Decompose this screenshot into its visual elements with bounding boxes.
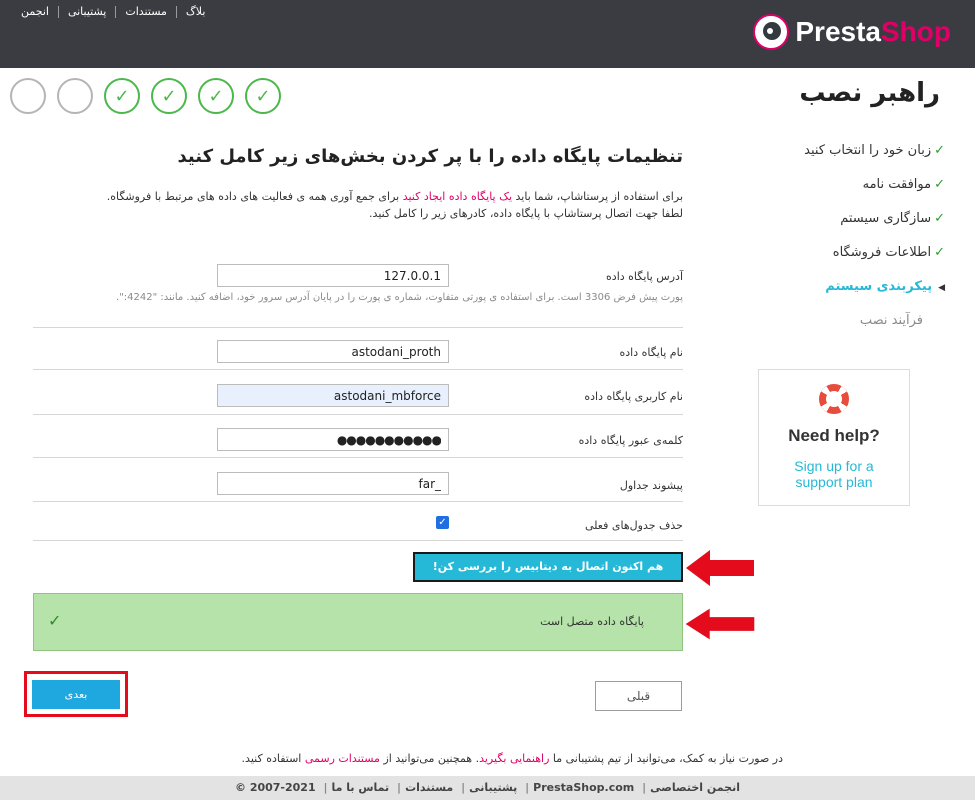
- top-bar: انجمن پشتیبانی مستندات بلاگ PrestaShop: [0, 0, 975, 68]
- next-button-highlight: بعدی: [24, 671, 128, 717]
- check-icon: ✓: [934, 211, 945, 226]
- support-plan-link-line2: support plan: [795, 474, 873, 490]
- db-user-label: نام کاربری پایگاه داده: [584, 390, 683, 403]
- step-circle-5: [57, 78, 93, 114]
- menu-item-system-config: ◀ پیکربندی سیستم: [745, 274, 945, 308]
- step-circle-2: ✓: [198, 78, 234, 114]
- wizard-title: راهبر نصب: [799, 78, 940, 108]
- help-question: Need help?: [788, 426, 880, 445]
- caret-left-icon: ◀: [938, 283, 945, 293]
- db-address-input[interactable]: [217, 264, 449, 287]
- link-blog[interactable]: بلاگ: [177, 5, 214, 18]
- step-circle-6: [10, 78, 46, 114]
- menu-item-label: سازگاری سیستم: [840, 211, 932, 226]
- menu-item-label: موافقت نامه: [862, 177, 932, 192]
- table-prefix-label: پیشوند جداول: [619, 479, 683, 492]
- logo-text-shop: Shop: [881, 16, 951, 47]
- form-row-dbname: نام پایگاه داده: [33, 328, 683, 370]
- menu-item-license[interactable]: ✓موافقت نامه: [745, 172, 945, 206]
- form-row-password: کلمه‌ی عبور پایگاه داده: [33, 415, 683, 458]
- footer-link-contact[interactable]: تماس با ما: [332, 781, 390, 794]
- check-icon: ✓: [255, 85, 271, 107]
- support-plan-link-line1: Sign up for a: [794, 458, 874, 474]
- previous-button[interactable]: قبلی: [595, 681, 682, 711]
- step-circle-3: ✓: [151, 78, 187, 114]
- form-row-user: نام کاربری پایگاه داده: [33, 370, 683, 415]
- link-docs[interactable]: مستندات: [116, 5, 176, 18]
- intro-after: برای جمع آوری همه ی فعالیت های داده های …: [106, 190, 403, 203]
- link-forum[interactable]: انجمن: [12, 5, 58, 18]
- success-message: پایگاه داده متصل است: [540, 615, 644, 628]
- footnote-after: استفاده کنید.: [241, 752, 305, 765]
- drop-tables-label: حذف جدول‌های فعلی: [585, 519, 683, 532]
- form-row-address: آدرس پایگاه داده پورت پیش فرض 3306 است. …: [33, 262, 683, 328]
- footer: انجمن اختصاصی| PrestaShop.com| پشتیبانی|…: [0, 776, 975, 800]
- support-plan-link[interactable]: Sign up for a support plan: [759, 458, 909, 490]
- install-steps-menu: ✓زبان خود را انتخاب کنید ✓موافقت نامه ✓س…: [745, 138, 945, 342]
- next-button[interactable]: بعدی: [32, 680, 120, 709]
- menu-item-label: زبان خود را انتخاب کنید: [804, 143, 932, 158]
- page-title: تنظیمات پایگاه داده را با پر کردن بخش‌ها…: [177, 146, 683, 167]
- menu-item-label: اطلاعات فروشگاه: [832, 245, 932, 260]
- check-icon: ✓: [934, 245, 945, 260]
- menu-item-compatibility[interactable]: ✓سازگاری سیستم: [745, 206, 945, 240]
- db-address-label: آدرس پایگاه داده: [606, 270, 683, 283]
- link-support[interactable]: پشتیبانی: [59, 5, 115, 18]
- top-links: انجمن پشتیبانی مستندات بلاگ: [12, 5, 214, 18]
- lifebuoy-icon: [819, 384, 849, 414]
- table-prefix-input[interactable]: [217, 472, 449, 495]
- annotation-arrow-icon: [686, 550, 754, 586]
- logo-text-presta: Presta: [795, 16, 881, 47]
- help-box: Need help? Sign up for a support plan: [758, 369, 910, 506]
- menu-item-shop-info[interactable]: ✓اطلاعات فروشگاه: [745, 240, 945, 274]
- form-row-prefix: پیشوند جداول: [33, 458, 683, 502]
- footer-link-support[interactable]: پشتیبانی: [469, 781, 517, 794]
- check-icon: ✓: [114, 85, 130, 107]
- menu-item-language[interactable]: ✓زبان خود را انتخاب کنید: [745, 138, 945, 172]
- menu-item-label: فرآیند نصب: [859, 313, 923, 328]
- intro-before: برای استفاده از پرستاشاپ، شما باید: [512, 190, 684, 203]
- form-row-drop-tables: حذف جدول‌های فعلی ✓: [33, 502, 683, 541]
- db-password-label: کلمه‌ی عبور پایگاه داده: [578, 434, 683, 447]
- intro-line2: لطفا جهت اتصال پرستاشاپ با پایگاه داده، …: [369, 207, 683, 220]
- step-progress: ✓ ✓ ✓ ✓: [10, 78, 292, 114]
- check-icon: ✓: [934, 143, 945, 158]
- footer-copyright: © 2007-2021: [234, 781, 316, 794]
- footnote-middle: . همچنین می‌توانید از: [379, 752, 480, 765]
- check-icon: ✓: [934, 177, 945, 192]
- drop-tables-checkbox[interactable]: ✓: [436, 516, 449, 529]
- guidance-link[interactable]: راهنمایی بگیرید: [479, 752, 549, 765]
- db-name-label: نام پایگاه داده: [619, 346, 684, 359]
- intro-text: برای استفاده از پرستاشاپ، شما باید یک پا…: [23, 188, 683, 222]
- check-icon: ✓: [48, 611, 62, 630]
- db-address-hint: پورت پیش فرض 3306 است. برای استفاده ی پو…: [116, 292, 683, 303]
- create-database-link[interactable]: یک پایگاه داده ایجاد کنید: [403, 190, 512, 203]
- footnote-before: در صورت نیاز به کمک، می‌توانید از تیم پش…: [549, 752, 783, 765]
- check-connection-button[interactable]: هم اکنون اتصال به دیتابیس را بررسی کن!: [413, 552, 683, 582]
- db-user-input[interactable]: [217, 384, 449, 407]
- db-password-input[interactable]: [217, 428, 449, 451]
- menu-item-installation: فرآیند نصب: [745, 308, 945, 342]
- check-icon: ✓: [161, 85, 177, 107]
- puffin-logo-icon: [753, 14, 790, 50]
- footer-link-forum[interactable]: انجمن اختصاصی: [650, 781, 740, 794]
- annotation-arrow-icon: [685, 608, 755, 640]
- help-footnote: در صورت نیاز به کمک، می‌توانید از تیم پش…: [242, 752, 783, 765]
- connection-success-alert: پایگاه داده متصل است ✓: [33, 593, 683, 651]
- check-icon: ✓: [208, 85, 224, 107]
- official-docs-link[interactable]: مستندات رسمی: [305, 752, 380, 765]
- footer-link-prestashop[interactable]: PrestaShop.com: [533, 781, 634, 794]
- menu-item-label: پیکربندی سیستم: [825, 279, 933, 294]
- step-circle-1: ✓: [245, 78, 281, 114]
- step-circle-4: ✓: [104, 78, 140, 114]
- db-name-input[interactable]: [217, 340, 449, 363]
- footer-link-docs[interactable]: مستندات: [405, 781, 453, 794]
- prestashop-logo[interactable]: PrestaShop: [753, 14, 951, 50]
